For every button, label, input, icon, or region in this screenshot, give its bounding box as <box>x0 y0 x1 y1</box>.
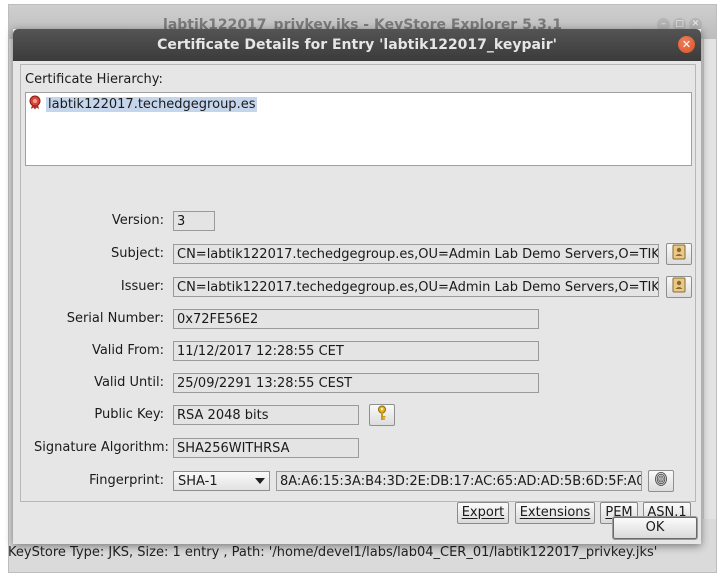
fingerprint-field[interactable]: 8A:A6:15:3A:B4:3D:2E:DB:17:AC:65:AD:AD:5… <box>276 471 642 491</box>
chevron-down-icon <box>255 478 265 484</box>
serial-number-field[interactable]: 0x72FE56E2 <box>173 309 539 329</box>
certificate-details-dialog: Certificate Details for Entry 'labtik122… <box>13 29 701 544</box>
status-bar: KeyStore Type: JKS, Size: 1 entry , Path… <box>8 545 658 560</box>
fingerprint-label: Fingerprint: <box>89 473 164 488</box>
subject-field[interactable]: CN=labtik122017.techedgegroup.es,OU=Admi… <box>173 244 659 264</box>
subject-details-button[interactable] <box>666 243 692 265</box>
valid-until-label: Valid Until: <box>94 375 164 390</box>
key-icon <box>376 405 388 425</box>
issuer-details-button[interactable] <box>666 276 692 298</box>
tree-item-label: labtik122017.techedgegroup.es <box>46 97 258 112</box>
fingerprint-algorithm-value: SHA-1 <box>178 474 218 489</box>
version-field[interactable]: 3 <box>173 211 215 231</box>
fingerprint-copy-button[interactable] <box>648 470 674 492</box>
extensions-button[interactable]: Extensions <box>515 502 595 524</box>
subject-label: Subject: <box>111 246 164 261</box>
public-key-label: Public Key: <box>94 407 164 422</box>
export-button[interactable]: Export <box>457 502 509 524</box>
fingerprint-icon <box>654 471 668 491</box>
signature-algorithm-label: Signature Algorithm: <box>34 440 169 455</box>
address-book-icon <box>672 277 686 297</box>
tree-item-certificate[interactable]: labtik122017.techedgegroup.es <box>28 95 258 114</box>
dialog-titlebar[interactable]: Certificate Details for Entry 'labtik122… <box>13 29 701 61</box>
certificate-hierarchy-tree[interactable]: labtik122017.techedgegroup.es <box>25 92 692 166</box>
public-key-field[interactable]: RSA 2048 bits <box>173 405 359 425</box>
certificate-icon <box>28 95 42 114</box>
public-key-details-button[interactable] <box>369 404 395 426</box>
issuer-label: Issuer: <box>120 279 164 294</box>
address-book-icon <box>672 244 686 264</box>
ok-button[interactable]: OK <box>612 516 698 540</box>
dialog-title: Certificate Details for Entry 'labtik122… <box>157 37 557 53</box>
signature-algorithm-field[interactable]: SHA256WITHRSA <box>173 438 359 458</box>
valid-until-field[interactable]: 25/09/2291 13:28:55 CEST <box>173 373 539 393</box>
issuer-field[interactable]: CN=labtik122017.techedgegroup.es,OU=Admi… <box>173 277 659 297</box>
main-window-scrollbar[interactable] <box>703 39 716 519</box>
valid-from-label: Valid From: <box>91 343 164 358</box>
fingerprint-algorithm-select[interactable]: SHA-1 <box>173 471 270 491</box>
version-label: Version: <box>111 213 164 228</box>
serial-number-label: Serial Number: <box>66 311 164 326</box>
valid-from-field[interactable]: 11/12/2017 12:28:55 CET <box>173 341 539 361</box>
dialog-content: Certificate Hierarchy: labtik122017.tech… <box>20 64 696 524</box>
close-icon[interactable]: ✕ <box>678 36 695 53</box>
certificate-hierarchy-label: Certificate Hierarchy: <box>25 72 163 87</box>
